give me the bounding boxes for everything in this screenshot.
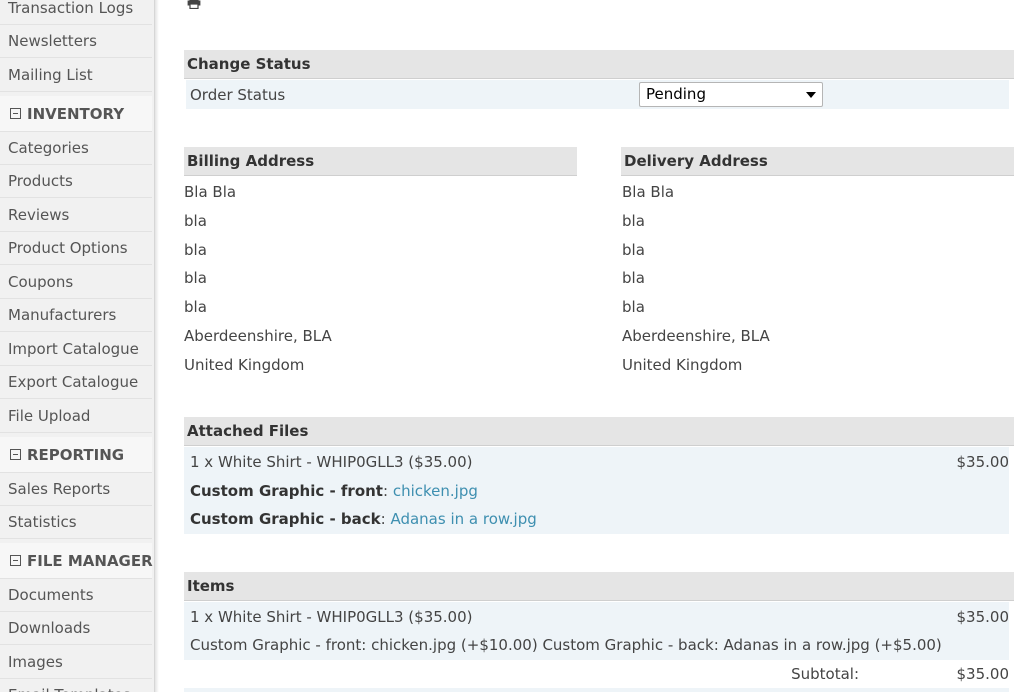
- order-status-select[interactable]: Pending: [639, 82, 823, 107]
- sidebar-item-statistics[interactable]: Statistics: [0, 506, 152, 539]
- sidebar: Transaction Logs Newsletters Mailing Lis…: [0, 0, 155, 692]
- minus-box-icon: [10, 449, 21, 460]
- back-label: Custom Graphic - back: [190, 510, 381, 528]
- next-row: [184, 688, 1009, 692]
- attached-files-title: Attached Files: [187, 422, 309, 440]
- billing-line: bla: [184, 212, 207, 230]
- billing-line: bla: [184, 241, 207, 259]
- billing-address-header: Billing Address: [184, 147, 577, 176]
- front-label: Custom Graphic - front: [190, 482, 383, 500]
- item-options: Custom Graphic - front: chicken.jpg (+$1…: [190, 636, 942, 654]
- subtotal-label: Subtotal:: [791, 665, 859, 683]
- attached-back-row: Custom Graphic - back: Adanas in a row.j…: [190, 509, 537, 529]
- attached-front-row: Custom Graphic - front: chicken.jpg: [190, 481, 478, 501]
- caret-down-icon: [806, 92, 816, 98]
- sidebar-item-downloads[interactable]: Downloads: [0, 612, 152, 645]
- delivery-line: United Kingdom: [622, 356, 743, 374]
- sidebar-item-images[interactable]: Images: [0, 646, 152, 679]
- sidebar-section-file-manager[interactable]: FILE MANAGER: [0, 543, 153, 579]
- delivery-line: bla: [622, 269, 645, 287]
- attached-product: 1 x White Shirt - WHIP0GLL3 ($35.00): [190, 453, 473, 471]
- change-status-title: Change Status: [187, 55, 311, 73]
- delivery-line: Bla Bla: [622, 183, 675, 201]
- items-header: Items: [184, 572, 1014, 601]
- delivery-address-header: Delivery Address: [621, 147, 1014, 176]
- front-file-link[interactable]: chicken.jpg: [393, 482, 478, 500]
- minus-box-icon: [10, 108, 21, 119]
- delivery-line: bla: [622, 298, 645, 316]
- billing-line: bla: [184, 269, 207, 287]
- minus-box-icon: [10, 555, 21, 566]
- sidebar-item-email-templates[interactable]: Email Templates: [0, 679, 152, 692]
- delivery-line: bla: [622, 241, 645, 259]
- sidebar-item-documents[interactable]: Documents: [0, 579, 152, 612]
- sidebar-item-products[interactable]: Products: [0, 165, 152, 198]
- sidebar-shadow: [155, 0, 159, 692]
- sidebar-item-coupons[interactable]: Coupons: [0, 266, 152, 299]
- sidebar-item-file-upload[interactable]: File Upload: [0, 400, 152, 433]
- attached-price: $35.00: [956, 453, 1010, 471]
- item-product: 1 x White Shirt - WHIP0GLL3 ($35.00): [190, 608, 473, 626]
- change-status-header: Change Status: [184, 50, 1014, 79]
- billing-line: Aberdeenshire, BLA: [184, 327, 332, 345]
- sidebar-section-reporting[interactable]: REPORTING: [0, 437, 152, 473]
- billing-line: United Kingdom: [184, 356, 305, 374]
- order-status-row: [186, 80, 1009, 109]
- sidebar-section-label: FILE MANAGER: [27, 552, 153, 570]
- subtotal-value: $35.00: [956, 665, 1010, 683]
- sidebar-section-label: REPORTING: [27, 446, 125, 464]
- delivery-line: bla: [622, 212, 645, 230]
- order-status-label: Order Status: [190, 86, 286, 104]
- sidebar-item-product-options[interactable]: Product Options: [0, 232, 152, 265]
- billing-line: bla: [184, 298, 207, 316]
- order-status-value: Pending: [646, 85, 706, 103]
- sidebar-item-newsletters[interactable]: Newsletters: [0, 25, 152, 58]
- attached-files-header: Attached Files: [184, 417, 1014, 446]
- printer-icon[interactable]: [187, 0, 201, 9]
- delivery-address-title: Delivery Address: [624, 152, 768, 170]
- sidebar-item-export-catalogue[interactable]: Export Catalogue: [0, 366, 152, 399]
- sidebar-item-categories[interactable]: Categories: [0, 132, 152, 165]
- back-file-link[interactable]: Adanas in a row.jpg: [390, 510, 536, 528]
- items-title: Items: [187, 577, 235, 595]
- sidebar-item-reviews[interactable]: Reviews: [0, 199, 152, 232]
- sidebar-item-sales-reports[interactable]: Sales Reports: [0, 473, 152, 506]
- sidebar-item-import-catalogue[interactable]: Import Catalogue: [0, 333, 152, 366]
- delivery-line: Aberdeenshire, BLA: [622, 327, 770, 345]
- sidebar-item-mailing-list[interactable]: Mailing List: [0, 59, 152, 92]
- separator: :: [380, 510, 386, 528]
- separator: :: [382, 482, 389, 500]
- billing-address-title: Billing Address: [187, 152, 315, 170]
- sidebar-item-transaction-logs[interactable]: Transaction Logs: [0, 0, 152, 25]
- sidebar-section-label: INVENTORY: [27, 105, 125, 123]
- item-price: $35.00: [956, 608, 1010, 626]
- billing-line: Bla Bla: [184, 183, 237, 201]
- sidebar-section-inventory[interactable]: INVENTORY: [0, 96, 152, 132]
- sidebar-item-manufacturers[interactable]: Manufacturers: [0, 299, 152, 332]
